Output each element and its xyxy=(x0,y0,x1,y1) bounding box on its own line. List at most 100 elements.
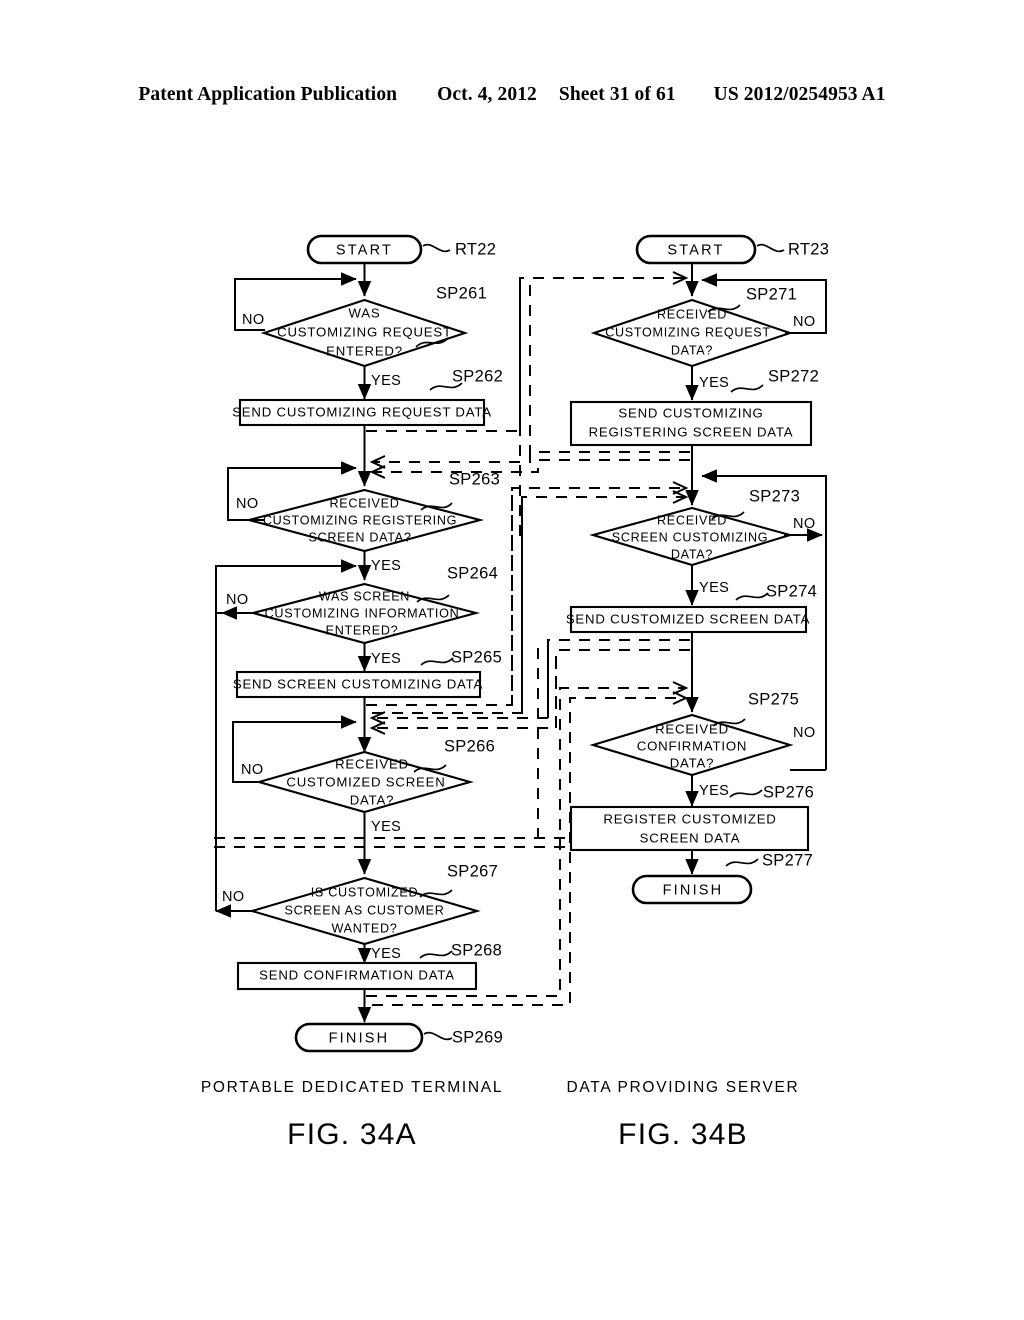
sp273-line-2: DATA? xyxy=(671,547,713,561)
sp267-ref: SP267 xyxy=(419,862,498,898)
right-finish-terminal: FINISH xyxy=(631,874,753,905)
sp261-ref-label: SP261 xyxy=(436,284,487,302)
sp262-line-0: SEND CUSTOMIZING REQUEST DATA xyxy=(232,404,492,419)
sp263-line-2: SCREEN DATA? xyxy=(308,530,411,544)
right-process-sp274: SEND CUSTOMIZED SCREEN DATA xyxy=(566,605,810,634)
sp261-line-0: WAS xyxy=(349,305,381,320)
sp273-no-label: NO xyxy=(793,516,816,532)
sp271-line-2: DATA? xyxy=(671,343,713,357)
sp268-ref-label: SP268 xyxy=(451,941,502,959)
sp266-ref: SP266 xyxy=(413,737,495,773)
sp273-ref-label: SP273 xyxy=(749,487,800,505)
sp264-yes-label: YES xyxy=(371,651,401,667)
sp274-ref: SP274 xyxy=(735,582,817,601)
sp264-no-label: NO xyxy=(226,592,249,608)
sp266-yes-label: YES xyxy=(371,819,401,835)
sp267-yes-label: YES xyxy=(371,946,401,962)
sp272-ref-label: SP272 xyxy=(768,367,819,385)
sp264-ref-label: SP264 xyxy=(447,564,498,582)
sp269-ref: SP269 xyxy=(423,1028,503,1046)
sp262-ref: SP262 xyxy=(429,367,503,391)
left-decision-sp263: RECEIVED CUSTOMIZING REGISTERING SCREEN … xyxy=(244,488,485,553)
right-process-sp276: REGISTER CUSTOMIZED SCREEN DATA xyxy=(569,805,810,852)
sp273-yes-label: YES xyxy=(699,580,729,596)
sp276-ref: SP276 xyxy=(729,783,814,801)
left-figure-caption: FIG. 34A xyxy=(287,1118,417,1151)
right-start-label: START xyxy=(667,242,724,258)
sp272-line-0: SEND CUSTOMIZING xyxy=(618,405,763,420)
sp276-ref-label: SP276 xyxy=(763,783,814,801)
sp263-ref: SP263 xyxy=(420,470,500,511)
right-decision-sp275: RECEIVED CONFIRMATION DATA? xyxy=(589,713,794,777)
sp275-line-2: DATA? xyxy=(670,755,715,770)
sp267-line-0: IS CUSTOMIZED xyxy=(311,885,419,899)
sp274-ref-label: SP274 xyxy=(766,582,817,600)
sp266-line-2: DATA? xyxy=(350,792,395,807)
sp277-ref: SP277 xyxy=(725,851,813,869)
sp271-ref: SP271 xyxy=(707,285,797,313)
sp271-no-label: NO xyxy=(793,314,816,330)
right-decision-sp273: RECEIVED SCREEN CUSTOMIZING DATA? xyxy=(589,506,794,567)
right-figure-subtitle: DATA PROVIDING SERVER xyxy=(567,1079,800,1096)
sp264-line-2: ENTERED? xyxy=(326,623,399,637)
patent-drawing: START RT22 WAS CUSTOMIZING REQUEST ENTER… xyxy=(0,0,1024,1320)
left-decision-sp261: WAS CUSTOMIZING REQUEST ENTERED? xyxy=(260,298,469,368)
sp266-ref-label: SP266 xyxy=(444,737,495,755)
sp268-ref: SP268 xyxy=(419,941,502,959)
sp263-line-1: CUSTOMIZING REGISTERING xyxy=(263,513,457,527)
sp266-no-label: NO xyxy=(241,762,264,778)
sp272-line-1: REGISTERING SCREEN DATA xyxy=(589,424,794,439)
sp264-line-1: CUSTOMIZING INFORMATION xyxy=(265,606,460,620)
sp263-no-label: NO xyxy=(236,496,259,512)
sp272-ref: SP272 xyxy=(730,367,819,393)
sp265-ref: SP265 xyxy=(420,648,502,666)
sp275-no-label: NO xyxy=(793,725,816,741)
sp275-ref-label: SP275 xyxy=(748,690,799,708)
sp261-line-2: ENTERED? xyxy=(326,343,403,358)
sp273-line-1: SCREEN CUSTOMIZING xyxy=(612,530,769,544)
sp262-ref-label: SP262 xyxy=(452,367,503,385)
sp276-line-1: SCREEN DATA xyxy=(640,830,741,845)
sp277-ref-label: SP277 xyxy=(762,851,813,869)
left-decision-sp267: IS CUSTOMIZED SCREEN AS CUSTOMER WANTED? xyxy=(248,876,481,946)
sp265-ref-label: SP265 xyxy=(451,648,502,666)
sp271-line-1: CUSTOMIZING REQUEST xyxy=(605,325,771,339)
left-start-terminal: START xyxy=(306,234,423,265)
right-routine-ref-label: RT23 xyxy=(788,240,829,258)
sp275-yes-label: YES xyxy=(699,783,729,799)
sp269-ref-label: SP269 xyxy=(452,1028,503,1046)
left-finish-terminal: FINISH xyxy=(294,1022,424,1053)
sp267-line-1: SCREEN AS CUSTOMER xyxy=(284,903,444,917)
sp264-ref: SP264 xyxy=(416,564,498,603)
left-routine-ref: RT22 xyxy=(422,240,496,258)
left-routine-ref-label: RT22 xyxy=(455,240,496,258)
sp265-line-0: SEND SCREEN CUSTOMIZING DATA xyxy=(233,676,483,691)
sp268-line-0: SEND CONFIRMATION DATA xyxy=(259,967,455,982)
sp266-line-0: RECEIVED xyxy=(335,756,409,771)
sp267-ref-label: SP267 xyxy=(447,862,498,880)
sp274-line-0: SEND CUSTOMIZED SCREEN DATA xyxy=(566,611,810,626)
right-routine-ref: RT23 xyxy=(756,240,829,258)
sp276-line-0: REGISTER CUSTOMIZED xyxy=(603,811,776,826)
right-finish-label: FINISH xyxy=(663,882,724,898)
left-decision-sp266: RECEIVED CUSTOMIZED SCREEN DATA? xyxy=(255,750,474,814)
sp263-line-0: RECEIVED xyxy=(330,496,400,510)
left-process-sp265: SEND SCREEN CUSTOMIZING DATA xyxy=(233,670,483,699)
left-process-sp268: SEND CONFIRMATION DATA xyxy=(236,961,478,991)
sp263-ref-label: SP263 xyxy=(449,470,500,488)
sp263-yes-label: YES xyxy=(371,558,401,574)
sp261-yes-label: YES xyxy=(371,373,401,389)
sp261-no-label: NO xyxy=(242,312,265,328)
right-process-sp272: SEND CUSTOMIZING REGISTERING SCREEN DATA xyxy=(569,400,813,447)
left-finish-label: FINISH xyxy=(329,1030,390,1046)
left-start-label: START xyxy=(336,242,393,258)
sp271-yes-label: YES xyxy=(699,375,729,391)
right-decision-sp271: RECEIVED CUSTOMIZING REQUEST DATA? xyxy=(590,298,794,368)
right-start-terminal: START xyxy=(635,234,757,265)
sp266-line-1: CUSTOMIZED SCREEN xyxy=(286,774,445,789)
sp271-ref-label: SP271 xyxy=(746,285,797,303)
left-process-sp262: SEND CUSTOMIZING REQUEST DATA xyxy=(232,398,492,427)
dash-path-customized-screen-b xyxy=(369,649,690,735)
sp275-line-1: CONFIRMATION xyxy=(637,738,747,753)
right-figure-caption: FIG. 34B xyxy=(618,1118,748,1151)
